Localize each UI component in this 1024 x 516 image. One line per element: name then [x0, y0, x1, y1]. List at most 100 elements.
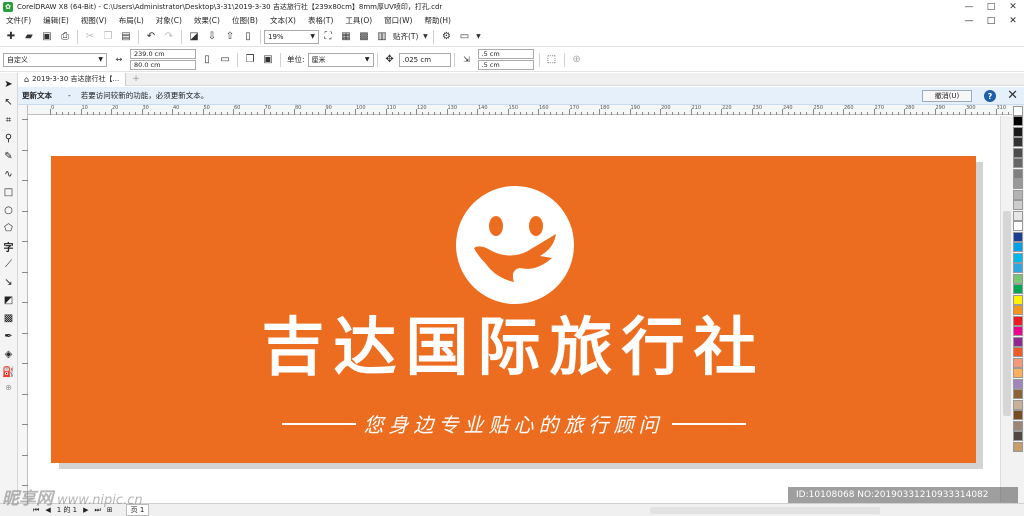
show-guidelines-icon[interactable]: ▥ [374, 29, 390, 45]
maximize-button[interactable]: □ [980, 0, 1002, 14]
menu-window[interactable]: 窗口(W) [378, 15, 418, 26]
text-tool-icon[interactable]: 字 [2, 238, 16, 255]
close-window-button[interactable]: ✕ [1002, 0, 1024, 14]
artistic-media-icon[interactable]: ∿ [2, 166, 16, 183]
new-document-icon[interactable]: ✚ [3, 29, 19, 45]
menu-text[interactable]: 文本(X) [264, 15, 302, 26]
save-icon[interactable]: ▣ [39, 29, 55, 45]
print-icon[interactable]: ⎙ [57, 29, 73, 45]
freehand-tool-icon[interactable]: ✎ [2, 148, 16, 165]
paste-icon[interactable]: ▤ [118, 29, 134, 45]
transparency-tool-icon[interactable]: ▩ [2, 310, 16, 327]
palette-swatch[interactable] [1013, 399, 1023, 410]
launcher-dropdown-icon[interactable]: ▼ [474, 29, 482, 45]
palette-swatch[interactable] [1013, 284, 1023, 294]
doc-restore-button[interactable]: □ [980, 14, 1002, 27]
palette-swatch[interactable] [1013, 441, 1023, 452]
snap-dropdown-icon[interactable]: ▼ [421, 29, 429, 45]
rectangle-tool-icon[interactable]: □ [2, 184, 16, 201]
add-tool-icon[interactable]: ⊕ [2, 382, 16, 394]
palette-swatch[interactable] [1013, 315, 1023, 326]
palette-swatch[interactable] [1013, 116, 1023, 126]
palette-swatch[interactable] [1013, 389, 1023, 399]
undo-update-button[interactable]: 撤消(U) [922, 90, 972, 102]
palette-swatch[interactable] [1013, 210, 1023, 221]
units-select[interactable]: 厘米 ▼ [307, 52, 374, 67]
minimize-button[interactable]: — [958, 0, 980, 14]
palette-swatch[interactable] [1013, 420, 1023, 431]
horizontal-scrollbar[interactable] [650, 507, 880, 514]
page-height-field[interactable]: 80.0 cm [130, 60, 196, 70]
cut-icon[interactable]: ✂ [82, 29, 98, 45]
menu-object[interactable]: 对象(C) [150, 15, 188, 26]
landscape-icon[interactable]: ▭ [217, 52, 233, 68]
menu-layout[interactable]: 布局(L) [113, 15, 150, 26]
menu-tools[interactable]: 工具(O) [339, 15, 378, 26]
duplicate-x-field[interactable]: .5 cm [477, 49, 534, 59]
horizontal-ruler[interactable]: 0 10 20 30 40 50 60 70 80 90 100 110 120 130 140 150 160… [28, 105, 1012, 115]
all-pages-icon[interactable]: ❐ [242, 52, 258, 68]
current-page-icon[interactable]: ▣ [260, 52, 276, 68]
palette-swatch[interactable] [1013, 378, 1023, 389]
palette-swatch[interactable] [1013, 347, 1023, 357]
undo-icon[interactable]: ↶ [143, 29, 159, 45]
palette-swatch[interactable] [1013, 147, 1023, 158]
menu-effects[interactable]: 效果(C) [188, 15, 226, 26]
palette-swatch[interactable] [1013, 105, 1023, 116]
menu-bitmaps[interactable]: 位图(B) [226, 15, 264, 26]
drop-shadow-icon[interactable]: ◩ [2, 292, 16, 309]
palette-swatch[interactable] [1013, 200, 1023, 210]
page-size-preset-select[interactable]: 自定义 ▼ [3, 52, 107, 67]
document-tab[interactable]: ⌂ 2019-3-30 吉达旅行社【... [18, 72, 127, 86]
redo-icon[interactable]: ↷ [161, 29, 177, 45]
palette-swatch[interactable] [1013, 410, 1023, 420]
shape-tool-icon[interactable]: ↖ [2, 94, 16, 111]
parallel-dimension-icon[interactable]: ⟋ [2, 256, 16, 273]
menu-help[interactable]: 帮助(H) [418, 15, 457, 26]
show-grid-icon[interactable]: ▩ [356, 29, 372, 45]
palette-swatch[interactable] [1013, 231, 1023, 242]
menu-view[interactable]: 视图(V) [75, 15, 113, 26]
palette-swatch[interactable] [1013, 179, 1023, 189]
application-launcher-icon[interactable]: ▭ [456, 29, 472, 45]
interactive-fill-icon[interactable]: ◈ [2, 346, 16, 363]
full-screen-icon[interactable]: ⛶ [320, 29, 336, 45]
palette-swatch[interactable] [1013, 368, 1023, 378]
export-icon[interactable]: ⇧ [222, 29, 238, 45]
options-gear-icon[interactable]: ⚙ [438, 29, 454, 45]
vertical-scrollbar[interactable] [1000, 116, 1012, 502]
palette-swatch[interactable] [1013, 168, 1023, 179]
publish-pdf-icon[interactable]: ▯ [240, 29, 256, 45]
nudge-distance-field[interactable]: .025 cm [398, 52, 451, 67]
palette-swatch[interactable] [1013, 263, 1023, 273]
palette-swatch[interactable] [1013, 357, 1023, 368]
menu-edit[interactable]: 编辑(E) [37, 15, 75, 26]
palette-swatch[interactable] [1013, 252, 1023, 263]
signboard[interactable]: 吉达国际旅行社 您身边专业贴心的旅行顾问 [51, 156, 976, 463]
palette-swatch[interactable] [1013, 326, 1023, 336]
palette-swatch[interactable] [1013, 158, 1023, 168]
doc-minimize-button[interactable]: — [958, 14, 980, 27]
palette-swatch[interactable] [1013, 336, 1023, 347]
zoom-level-select[interactable]: 19% ▼ [264, 29, 319, 44]
connector-tool-icon[interactable]: ↘ [2, 274, 16, 291]
duplicate-y-field[interactable]: .5 cm [477, 60, 534, 70]
smart-fill-icon[interactable]: ⛽ [2, 364, 16, 381]
open-folder-icon[interactable]: ▰ [21, 29, 37, 45]
add-toolbar-icon[interactable]: ⊕ [569, 52, 585, 68]
palette-swatch[interactable] [1013, 294, 1023, 305]
palette-swatch[interactable] [1013, 431, 1023, 441]
close-infobar-icon[interactable]: ✕ [1007, 88, 1018, 103]
ellipse-tool-icon[interactable]: ○ [2, 202, 16, 219]
snap-to-button[interactable]: 贴齐(T) [391, 31, 420, 42]
palette-swatch[interactable] [1013, 221, 1023, 231]
menu-table[interactable]: 表格(T) [302, 15, 339, 26]
palette-swatch[interactable] [1013, 189, 1023, 200]
vertical-ruler[interactable] [18, 105, 28, 503]
vertical-scrollbar-thumb[interactable] [1003, 211, 1011, 416]
doc-close-button[interactable]: ✕ [1002, 14, 1024, 27]
search-content-icon[interactable]: ◪ [186, 29, 202, 45]
pick-tool-icon[interactable]: ➤ [2, 76, 16, 93]
import-icon[interactable]: ⇩ [204, 29, 220, 45]
color-eyedropper-icon[interactable]: ✒ [2, 328, 16, 345]
